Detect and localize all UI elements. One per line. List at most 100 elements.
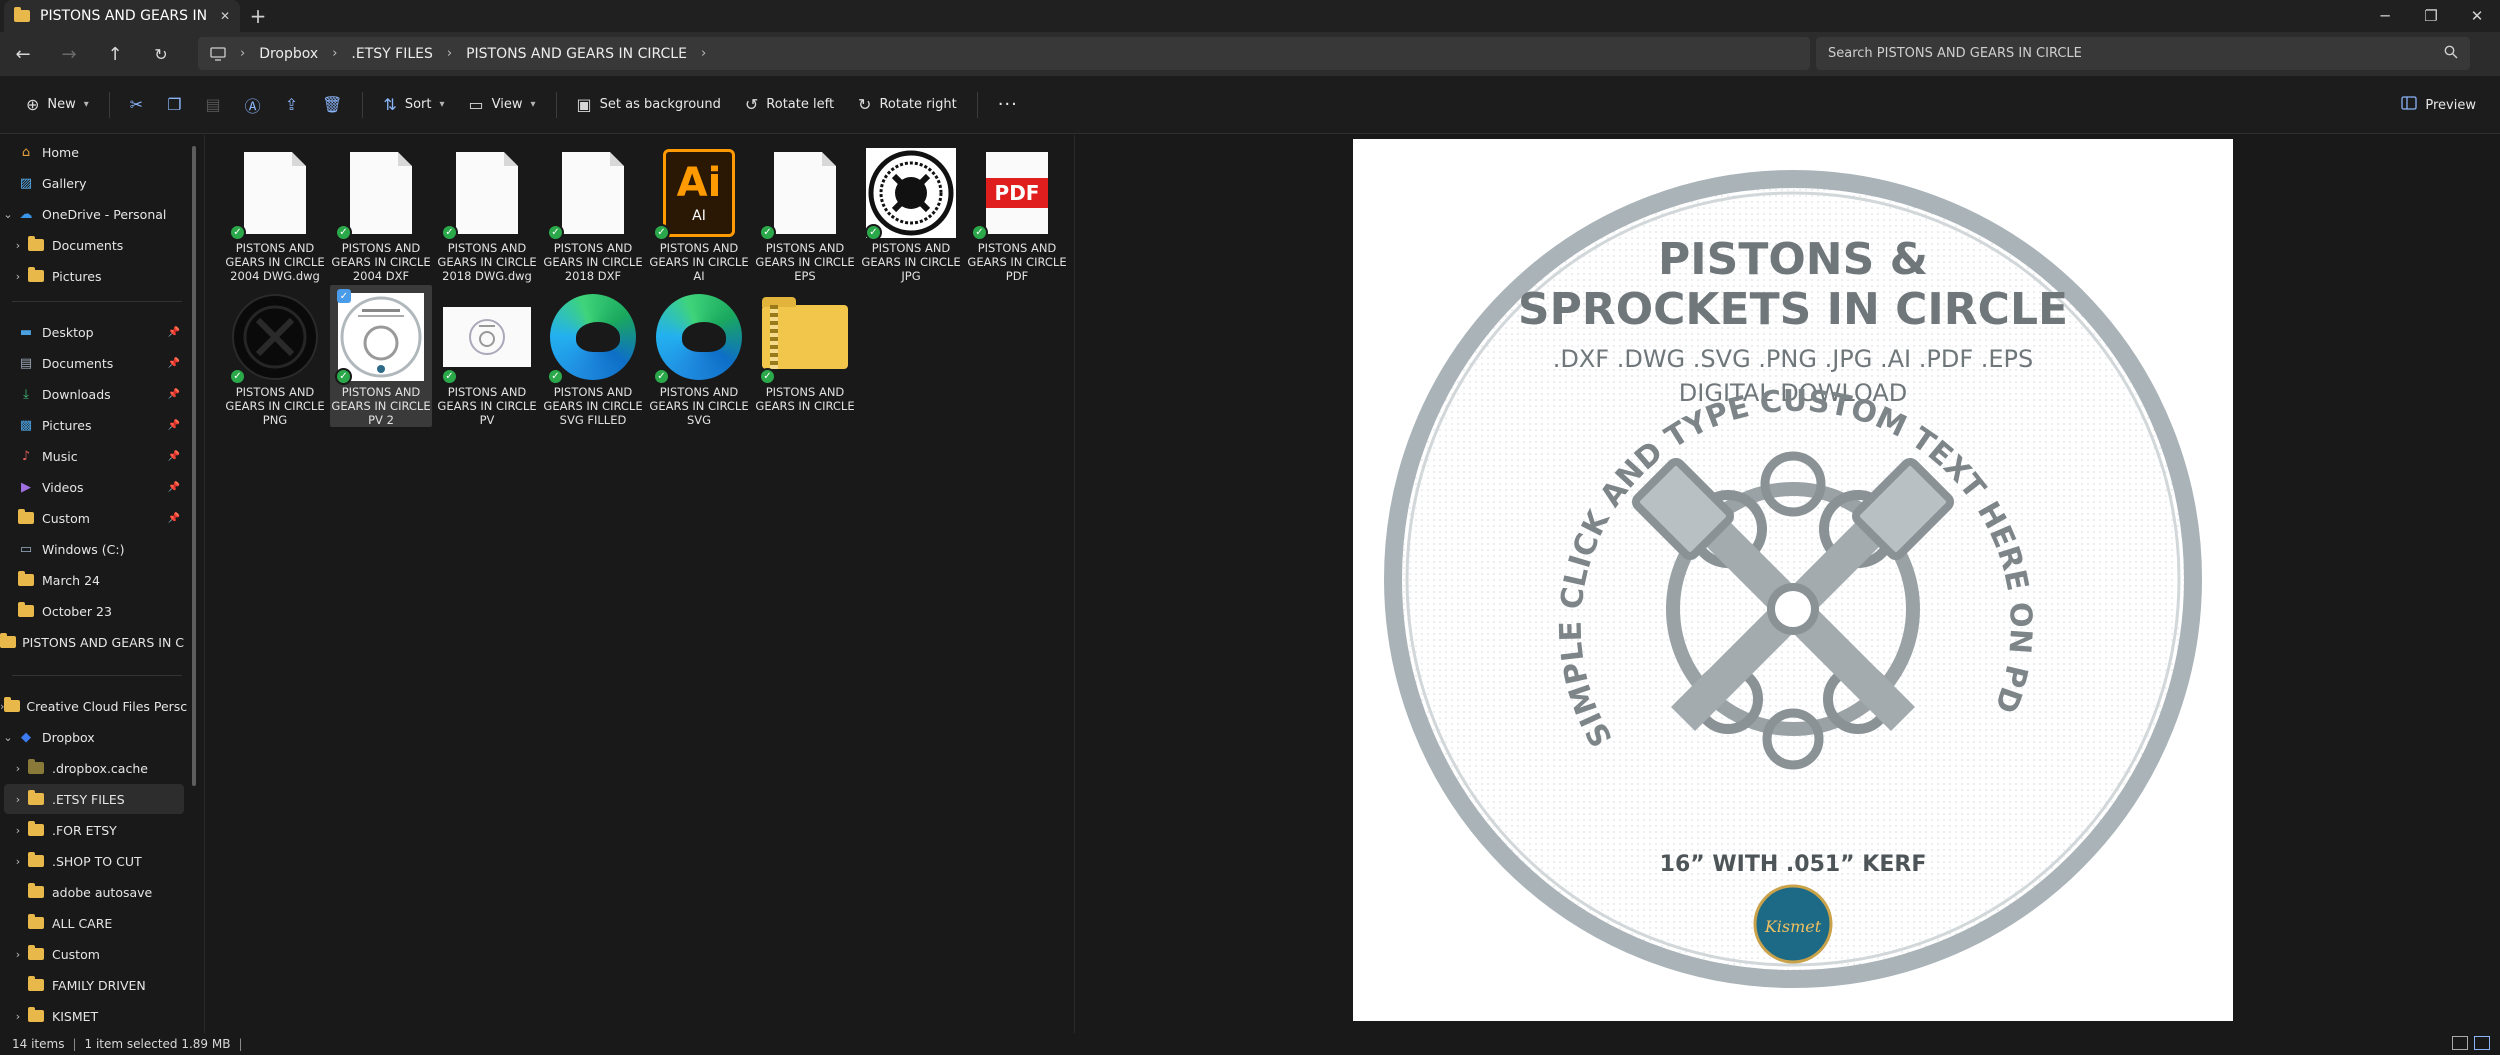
chevron-down-icon[interactable]: ⌄ [0,731,16,744]
file-item-pv-2[interactable]: ✓ ✓ PISTONS AND GEARS IN CIRCLE PV 2 [330,285,432,427]
file-item-svg-filled[interactable]: ✓ PISTONS AND GEARS IN CIRCLE SVG FILLED [542,285,644,427]
up-button[interactable]: ↑ [92,36,138,72]
file-item-eps[interactable]: ✓ PISTONS AND GEARS IN CIRCLE EPS [754,141,856,283]
sidebar-item-desktop[interactable]: ▬ Desktop 📌 [0,317,184,347]
chevron-right-icon[interactable]: › [10,948,26,961]
sidebar-item-adobe-autosave[interactable]: adobe autosave [0,877,184,907]
rotate-left-button[interactable]: ↺ Rotate left [733,87,846,123]
chevron-right-icon[interactable]: › [10,1010,26,1023]
synced-check-icon: ✓ [653,368,670,385]
rotate-right-button[interactable]: ↻ Rotate right [846,87,969,123]
search-input[interactable] [1828,46,2444,61]
refresh-button[interactable]: ↻ [138,36,184,72]
chevron-right-icon[interactable]: › [10,239,26,252]
breadcrumb-dropbox[interactable]: Dropbox [253,46,324,62]
chevron-down-icon[interactable]: ⌄ [0,208,16,221]
chevron-right-icon[interactable]: › [10,855,26,868]
forward-button[interactable]: → [46,36,92,72]
paste-button[interactable]: ▤ [194,87,233,123]
rename-button[interactable]: Ⓐ [233,87,273,123]
back-button[interactable]: ← [0,36,46,72]
sidebar-item-shop-to-cut[interactable]: › .SHOP TO CUT [0,846,184,876]
sidebar-item-etsy-files[interactable]: › .ETSY FILES [4,784,184,814]
file-thumbnail: ✓ [547,291,639,385]
more-options-button[interactable]: ··· [986,87,1030,123]
cut-button[interactable]: ✂ [118,87,155,123]
close-button[interactable]: ✕ [2454,0,2500,32]
file-item-2018-dwg[interactable]: ✓ PISTONS AND GEARS IN CIRCLE 2018 DWG.d… [436,141,538,283]
file-name: PISTONS AND GEARS IN CIRCLE PV 2 [331,385,431,427]
sidebar-item-pictures[interactable]: ▩ Pictures 📌 [0,410,184,440]
maximize-button[interactable]: ❐ [2408,0,2454,32]
sidebar-item-dropbox-cache[interactable]: › .dropbox.cache [0,753,184,783]
address-bar[interactable]: › Dropbox › .ETSY FILES › PISTONS AND GE… [198,37,1810,70]
tab-close-icon[interactable]: ✕ [220,9,230,23]
share-button[interactable]: ⇪ [273,87,310,123]
sidebar-item-music[interactable]: ♪ Music 📌 [0,441,184,471]
delete-button[interactable]: 🗑 [310,87,354,123]
status-bar: 14 items | 1 item selected 1.89 MB | [0,1033,2500,1055]
sidebar-item-october-23[interactable]: October 23 [0,596,184,626]
view-button[interactable]: ▭ View ▾ [457,87,548,123]
file-item-ai[interactable]: Ai AI ✓ PISTONS AND GEARS IN CIRCLE AI [648,141,750,283]
sidebar-item-kismet[interactable]: › KISMET [0,1001,184,1031]
sidebar-item-dropbox[interactable]: ⌄ ◆ Dropbox [0,722,184,752]
file-item-2018-dxf[interactable]: ✓ PISTONS AND GEARS IN CIRCLE 2018 DXF [542,141,644,283]
sort-button[interactable]: ⇅ Sort ▾ [371,87,456,123]
file-name: PISTONS AND GEARS IN CIRCLE 2004 DWG.dwg [225,241,325,283]
sidebar-item-onedrive-documents[interactable]: › Documents [0,230,184,260]
selection-info: 1 item selected 1.89 MB [84,1037,231,1051]
file-item-pdf[interactable]: PDF ✓ PISTONS AND GEARS IN CIRCLE PDF [966,141,1068,283]
thumbnails-view-toggle[interactable] [2474,1036,2490,1050]
sidebar-item-custom-quick[interactable]: Custom 📌 [0,503,184,533]
sidebar-item-for-etsy[interactable]: › .FOR ETSY [0,815,184,845]
chevron-right-icon[interactable]: › [10,762,26,775]
new-button[interactable]: ⊕ New ▾ [14,87,101,123]
chevron-right-icon[interactable]: › [10,824,26,837]
file-item-jpg[interactable]: ✓ PISTONS AND GEARS IN CIRCLE JPG [860,141,962,283]
search-icon[interactable] [2444,45,2458,63]
set-as-background-button[interactable]: ▣ Set as background [565,87,733,123]
sidebar-item-custom[interactable]: › Custom [0,939,184,969]
folder-icon [16,602,36,619]
sidebar-item-label: .SHOP TO CUT [52,853,142,869]
new-tab-button[interactable]: + [240,0,276,32]
file-item-pv[interactable]: ✓ PISTONS AND GEARS IN CIRCLE PV [436,285,538,427]
sidebar-item-onedrive[interactable]: ⌄ ☁ OneDrive - Personal [0,199,184,229]
file-item-zip[interactable]: ✓ PISTONS AND GEARS IN CIRCLE [754,285,856,427]
kismet-logo: Kismet [1753,884,1833,964]
sidebar-item-march-24[interactable]: March 24 [0,565,184,595]
selection-checkbox[interactable]: ✓ [337,289,351,303]
chevron-down-icon: ▾ [83,99,89,110]
file-item-2004-dxf[interactable]: ✓ PISTONS AND GEARS IN CIRCLE 2004 DXF [330,141,432,283]
pv-thumbnail-image [443,307,531,367]
sidebar-scrollbar[interactable] [192,146,196,786]
file-thumbnail: ✓ [653,291,745,385]
sidebar-item-videos[interactable]: ▶ Videos 📌 [0,472,184,502]
sidebar-item-family-driven[interactable]: FAMILY DRIVEN [0,970,184,1000]
minimize-button[interactable]: ─ [2362,0,2408,32]
copy-button[interactable]: ❐ [155,87,193,123]
sidebar-item-pistons-and-gears[interactable]: PISTONS AND GEARS IN C [0,627,184,657]
chevron-right-icon[interactable]: › [10,793,26,806]
sidebar-item-documents[interactable]: ▤ Documents 📌 [0,348,184,378]
chevron-right-icon[interactable]: › [693,46,714,61]
sidebar-item-downloads[interactable]: ⤓ Downloads 📌 [0,379,184,409]
details-view-toggle[interactable] [2452,1036,2468,1050]
drive-icon: ▭ [19,541,33,557]
file-item-png[interactable]: ✓ PISTONS AND GEARS IN CIRCLE PNG [224,285,326,427]
breadcrumb-etsy-files[interactable]: .ETSY FILES [345,46,438,62]
preview-button[interactable]: Preview [2391,87,2486,123]
file-item-2004-dwg[interactable]: ✓ PISTONS AND GEARS IN CIRCLE 2004 DWG.d… [224,141,326,283]
tab-pistons-and-gears[interactable]: PISTONS AND GEARS IN CIRCLE ✕ [4,0,240,32]
file-item-svg[interactable]: ✓ PISTONS AND GEARS IN CIRCLE SVG [648,285,750,427]
kismet-logo-text: Kismet [1764,917,1822,936]
sidebar-item-onedrive-pictures[interactable]: › Pictures [0,261,184,291]
sidebar-item-gallery[interactable]: ▨ Gallery [0,168,184,198]
sidebar-item-home[interactable]: ⌂ Home [0,137,184,167]
sidebar-item-creative-cloud[interactable]: › Creative Cloud Files Persc [0,691,187,721]
breadcrumb-current-folder[interactable]: PISTONS AND GEARS IN CIRCLE [460,46,693,62]
sidebar-item-windows-c[interactable]: ▭ Windows (C:) [0,534,184,564]
sidebar-item-all-care[interactable]: ALL CARE [0,908,184,938]
chevron-right-icon[interactable]: › [10,270,26,283]
